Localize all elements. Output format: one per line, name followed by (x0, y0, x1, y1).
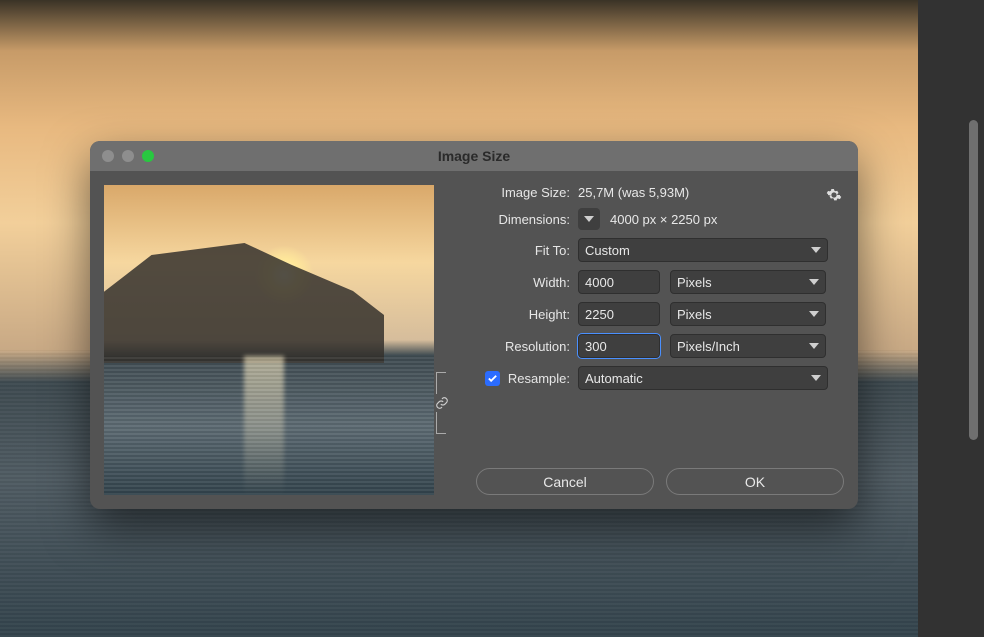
dialog-title: Image Size (438, 148, 510, 164)
window-close-button[interactable] (102, 150, 114, 162)
width-input[interactable] (578, 270, 660, 294)
image-size-value: 25,7M (was 5,93M) (578, 185, 689, 200)
app-right-panel (918, 0, 984, 637)
dialog-titlebar: Image Size (90, 141, 858, 171)
height-input[interactable] (578, 302, 660, 326)
image-size-dialog: Image Size Image Size: 25,7M (was 5,93M)… (90, 141, 858, 509)
resolution-label: Resolution: (458, 339, 578, 354)
dimensions-dropdown-toggle[interactable] (578, 208, 600, 230)
gear-icon[interactable] (826, 187, 842, 203)
ok-button[interactable]: OK (666, 468, 844, 495)
resolution-input[interactable] (578, 334, 660, 358)
resample-label: Resample: (508, 371, 570, 386)
height-unit-select[interactable]: Pixels (670, 302, 826, 326)
dimensions-label: Dimensions: (458, 212, 578, 227)
window-maximize-button[interactable] (142, 150, 154, 162)
image-size-label: Image Size: (458, 185, 578, 200)
dimensions-value: 4000 px × 2250 px (610, 212, 717, 227)
cancel-button[interactable]: Cancel (476, 468, 654, 495)
image-size-form: Image Size: 25,7M (was 5,93M) Dimensions… (458, 185, 844, 451)
resample-checkbox[interactable] (485, 371, 500, 386)
height-label: Height: (458, 307, 578, 322)
width-unit-select[interactable]: Pixels (670, 270, 826, 294)
constrain-proportions-icon[interactable] (434, 393, 450, 413)
fit-to-label: Fit To: (458, 243, 578, 258)
resample-method-select[interactable]: Automatic (578, 366, 828, 390)
fit-to-select[interactable]: Custom (578, 238, 828, 262)
resolution-unit-select[interactable]: Pixels/Inch (670, 334, 826, 358)
window-minimize-button[interactable] (122, 150, 134, 162)
scrollbar-thumb[interactable] (969, 120, 978, 440)
image-preview (104, 185, 434, 495)
width-label: Width: (458, 275, 578, 290)
